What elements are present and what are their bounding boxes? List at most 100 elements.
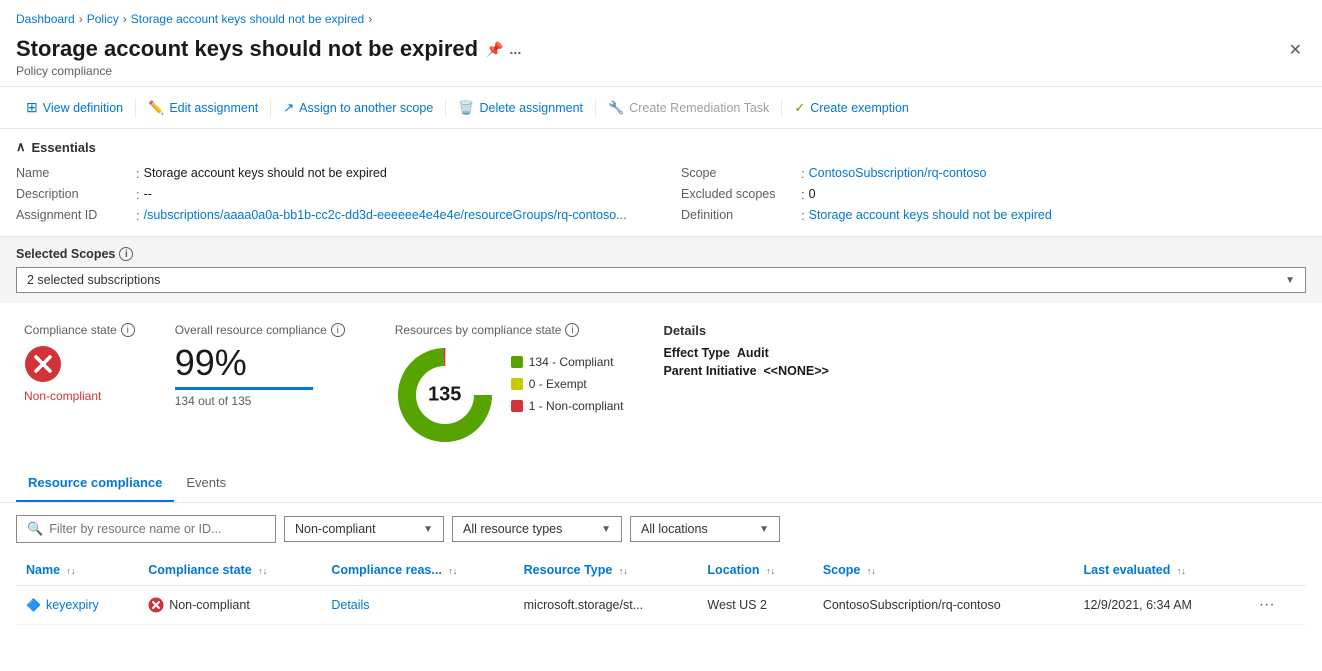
more-icon[interactable]: ... — [510, 41, 522, 57]
row-name-link[interactable]: keyexpiry — [46, 598, 99, 612]
effect-type-label: Effect Type — [663, 346, 729, 360]
header-icons: 📌 ... — [486, 41, 521, 58]
col-resource-type-sort: ↑↓ — [619, 566, 628, 576]
tab-resource-compliance[interactable]: Resource compliance — [16, 465, 174, 502]
row-name-cell: 🔷 keyexpiry — [16, 586, 138, 625]
col-compliance-reason[interactable]: Compliance reas... ↑↓ — [321, 555, 513, 586]
legend-noncompliant-label: 1 - Non-compliant — [529, 399, 624, 413]
details-block: Details Effect Type Audit Parent Initiat… — [663, 323, 828, 378]
essentials-scope-value[interactable]: ContosoSubscription/rq-contoso — [809, 166, 987, 180]
compliance-bar — [175, 387, 355, 390]
effect-type-row: Effect Type Audit — [663, 346, 828, 360]
breadcrumb: Dashboard › Policy › Storage account key… — [0, 0, 1322, 32]
resource-table: Name ↑↓ Compliance state ↑↓ Compliance r… — [16, 555, 1306, 625]
essentials-id-row: Assignment ID : /subscriptions/aaaa0a0a-… — [16, 205, 641, 226]
row-last-evaluated-cell: 12/9/2021, 6:34 AM — [1074, 586, 1243, 625]
create-remediation-label: Create Remediation Task — [629, 101, 769, 115]
close-button[interactable]: ✕ — [1285, 36, 1306, 64]
essentials-grid: Name : Storage account keys should not b… — [16, 163, 1306, 226]
row-ellipsis-button[interactable]: ··· — [1253, 594, 1281, 616]
overall-info-icon[interactable]: i — [331, 323, 345, 337]
col-scope[interactable]: Scope ↑↓ — [813, 555, 1074, 586]
essentials-label: Essentials — [32, 140, 96, 155]
delete-icon: 🗑️ — [458, 100, 474, 116]
edit-assignment-label: Edit assignment — [169, 101, 258, 115]
pin-icon[interactable]: 📌 — [486, 41, 503, 58]
scope-label-text: Selected Scopes — [16, 247, 115, 261]
assign-scope-button[interactable]: ↗ Assign to another scope — [273, 94, 443, 122]
assign-icon: ↗ — [283, 100, 294, 116]
create-remediation-button[interactable]: 🔧 Create Remediation Task — [598, 94, 779, 122]
col-name-sort: ↑↓ — [67, 566, 76, 576]
breadcrumb-dashboard[interactable]: Dashboard — [16, 12, 75, 26]
col-compliance-sort: ↑↓ — [258, 566, 267, 576]
resource-type-filter-chevron: ▼ — [601, 524, 611, 535]
page-header: Storage account keys should not be expir… — [0, 32, 1322, 86]
col-name[interactable]: Name ↑↓ — [16, 555, 138, 586]
create-exemption-button[interactable]: ✓ Create exemption — [784, 94, 919, 122]
essentials-definition-value[interactable]: Storage account keys should not be expir… — [809, 208, 1052, 222]
col-compliance-reason-label: Compliance reas... — [331, 563, 441, 577]
scope-info-icon[interactable]: i — [119, 247, 133, 261]
resources-info-icon[interactable]: i — [565, 323, 579, 337]
compliance-state-block: Compliance state i Non-compliant — [24, 323, 135, 403]
toolbar-separator-1 — [135, 98, 136, 118]
essentials-excluded-label: Excluded scopes — [681, 187, 801, 201]
essentials-definition-label: Definition — [681, 208, 801, 222]
essentials-excluded-row: Excluded scopes : 0 — [681, 184, 1306, 205]
essentials-id-value[interactable]: /subscriptions/aaaa0a0a-bb1b-cc2c-dd3d-e… — [144, 208, 627, 222]
parent-initiative-row: Parent Initiative <<NONE>> — [663, 364, 828, 378]
toolbar-separator-4 — [595, 98, 596, 118]
essentials-desc-row: Description : -- — [16, 184, 641, 205]
compliance-filter-value: Non-compliant — [295, 522, 376, 536]
donut-chart: 135 — [395, 345, 495, 445]
row-compliance-text: Non-compliant — [169, 598, 250, 612]
location-filter-value: All locations — [641, 522, 708, 536]
row-compliance-cell: Non-compliant — [138, 586, 321, 625]
view-definition-button[interactable]: ⊞ View definition — [16, 93, 133, 122]
col-location[interactable]: Location ↑↓ — [697, 555, 812, 586]
essentials-header[interactable]: ∧ Essentials — [16, 139, 1306, 155]
create-exemption-label: Create exemption — [810, 101, 909, 115]
col-resource-type[interactable]: Resource Type ↑↓ — [514, 555, 698, 586]
table-container: Name ↑↓ Compliance state ↑↓ Compliance r… — [0, 555, 1322, 625]
essentials-definition-row: Definition : Storage account keys should… — [681, 205, 1306, 226]
location-filter-chevron: ▼ — [759, 524, 769, 535]
donut-legend: 134 - Compliant 0 - Exempt 1 - Non-compl… — [511, 345, 624, 413]
col-compliance-state[interactable]: Compliance state ↑↓ — [138, 555, 321, 586]
view-definition-label: View definition — [43, 101, 123, 115]
col-last-evaluated[interactable]: Last evaluated ↑↓ — [1074, 555, 1243, 586]
resource-icon: 🔷 — [26, 598, 41, 612]
big-percent: 99% — [175, 345, 355, 381]
compliance-bar-bg — [175, 387, 315, 390]
legend-compliant: 134 - Compliant — [511, 355, 624, 369]
compliance-sub: 134 out of 135 — [175, 394, 355, 408]
overall-label: Overall resource compliance i — [175, 323, 355, 337]
search-input[interactable] — [49, 522, 265, 536]
legend-exempt-label: 0 - Exempt — [529, 377, 587, 391]
scope-dropdown[interactable]: 2 selected subscriptions ▼ — [16, 267, 1306, 293]
resource-type-filter[interactable]: All resource types ▼ — [452, 516, 622, 542]
compliance-state-filter[interactable]: Non-compliant ▼ — [284, 516, 444, 542]
view-definition-icon: ⊞ — [26, 99, 38, 116]
page-title-text: Storage account keys should not be expir… — [16, 36, 478, 62]
parent-initiative-label: Parent Initiative — [663, 364, 756, 378]
edit-assignment-button[interactable]: ✏️ Edit assignment — [138, 94, 268, 122]
breadcrumb-current[interactable]: Storage account keys should not be expir… — [131, 12, 364, 26]
legend-compliant-label: 134 - Compliant — [529, 355, 614, 369]
row-actions-cell: ··· — [1243, 586, 1306, 625]
col-name-label: Name — [26, 563, 60, 577]
overall-compliance-block: Overall resource compliance i 99% 134 ou… — [175, 323, 355, 408]
tab-events[interactable]: Events — [174, 465, 238, 502]
essentials-left: Name : Storage account keys should not b… — [16, 163, 641, 226]
compliance-state-display: Non-compliant — [24, 345, 135, 403]
location-filter[interactable]: All locations ▼ — [630, 516, 780, 542]
delete-assignment-button[interactable]: 🗑️ Delete assignment — [448, 94, 593, 122]
resources-compliance-block: Resources by compliance state i — [395, 323, 624, 445]
breadcrumb-policy[interactable]: Policy — [87, 12, 119, 26]
row-reason-link[interactable]: Details — [331, 598, 369, 612]
compliance-state-info-icon[interactable]: i — [121, 323, 135, 337]
status-badge: Non-compliant — [148, 597, 311, 613]
donut-section: 135 134 - Compliant 0 - Exempt 1 - Non-c… — [395, 345, 624, 445]
search-filter[interactable]: 🔍 — [16, 515, 276, 543]
